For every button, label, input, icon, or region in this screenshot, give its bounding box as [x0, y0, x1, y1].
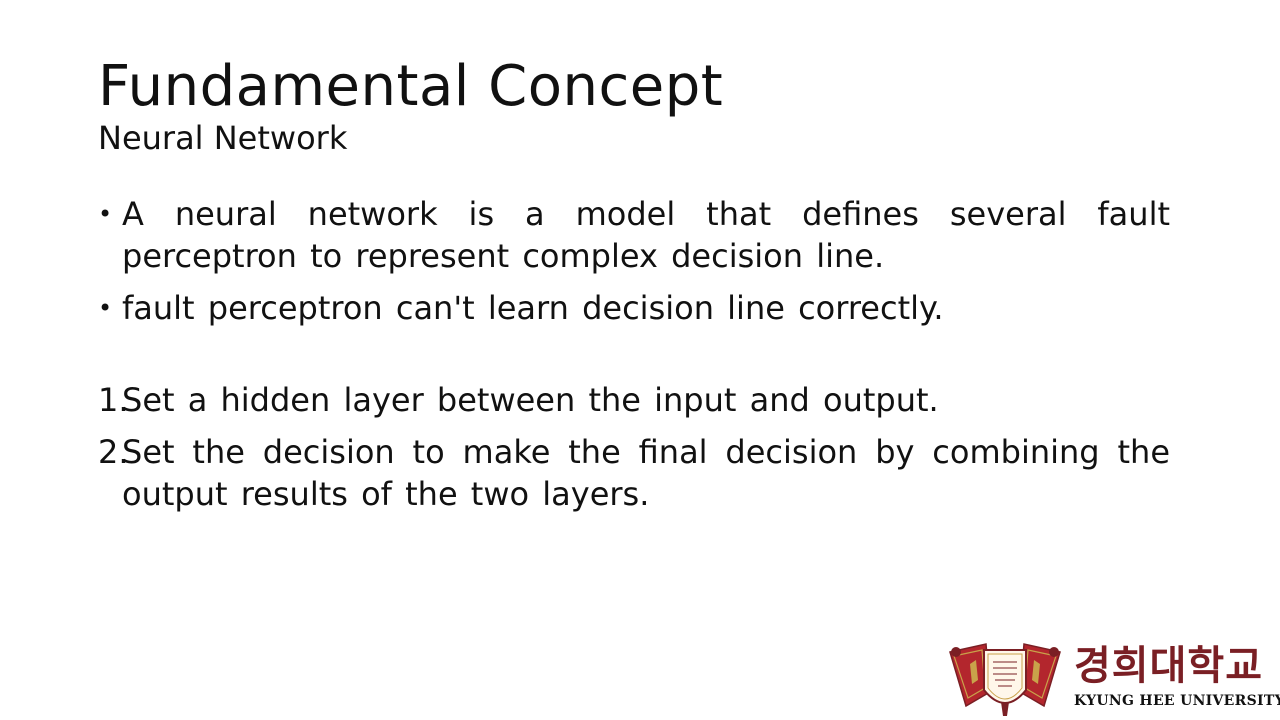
slide-subtitle: Neural Network [98, 119, 348, 157]
numbered-item: 1. Set a hidden layer between the input … [98, 379, 1170, 421]
slide-body: • A neural network is a model that defin… [98, 193, 1170, 525]
university-name-korean: 경희대학교 [1074, 642, 1263, 689]
bullet-item: • fault perceptron can't learn decision … [98, 287, 1170, 329]
number-marker: 2. [98, 433, 129, 471]
bullet-icon: • [98, 294, 113, 322]
bullet-text: fault perceptron can't learn decision li… [122, 289, 944, 327]
bullet-item: • A neural network is a model that defin… [98, 193, 1170, 277]
numbered-item: 2. Set the decision to make the final de… [98, 431, 1170, 515]
bullet-icon: • [98, 200, 113, 228]
numbered-text: Set a hidden layer between the input and… [122, 381, 939, 419]
bullet-text: A neural network is a model that defines… [122, 195, 1170, 275]
university-logo: 경희대학교 KYUNG HEE UNIVERSITY [946, 640, 1280, 718]
slide-title: Fundamental Concept [98, 54, 724, 119]
bullet-list: • A neural network is a model that defin… [98, 193, 1170, 329]
number-marker: 1. [98, 381, 129, 419]
university-emblem-icon [949, 643, 1061, 716]
slide: Fundamental Concept Neural Network • A n… [0, 0, 1280, 720]
numbered-text: Set the decision to make the final decis… [122, 433, 1170, 513]
university-name-english: KYUNG HEE UNIVERSITY [1074, 693, 1280, 709]
numbered-list: 1. Set a hidden layer between the input … [98, 379, 1170, 515]
